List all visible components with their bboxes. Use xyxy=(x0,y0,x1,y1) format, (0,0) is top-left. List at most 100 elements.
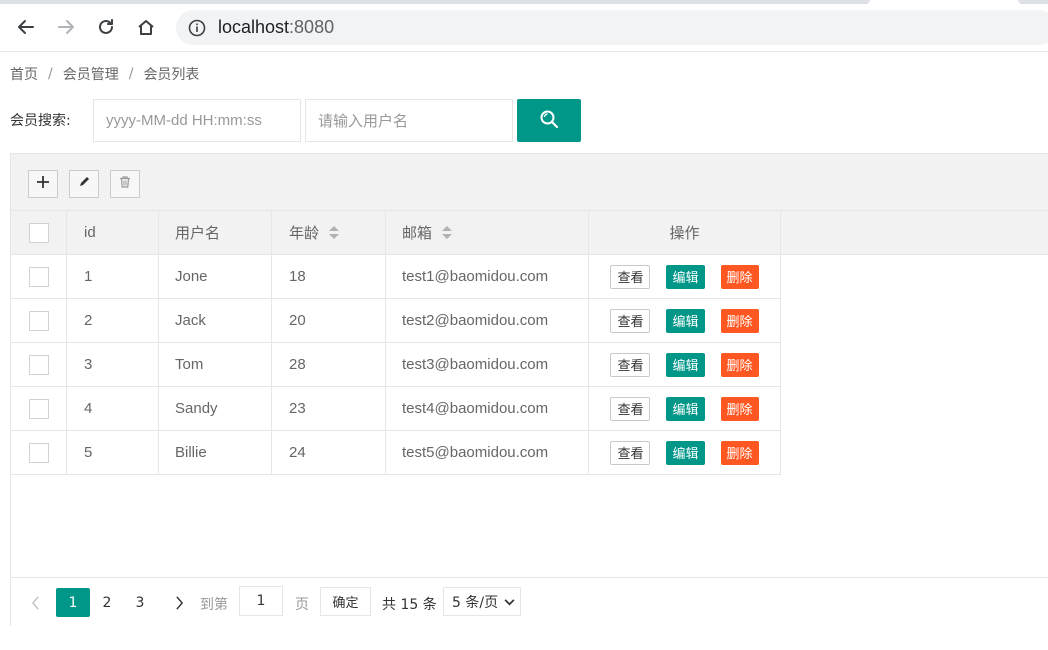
table-row: 2 Jack 20 test2@baomidou.com 查看 编辑 删除 xyxy=(11,299,781,343)
delete-row-button[interactable]: 删除 xyxy=(720,308,759,333)
header-id: id xyxy=(67,211,159,254)
header-age[interactable]: 年龄 xyxy=(272,211,386,254)
next-page-icon[interactable] xyxy=(169,588,189,617)
cell-id: 4 xyxy=(67,387,159,430)
browser-toolbar: localhost:8080 xyxy=(0,0,1048,52)
cell-actions: 查看 编辑 删除 xyxy=(589,343,781,386)
cell-email: test3@baomidou.com xyxy=(386,343,589,386)
tab-strip-right xyxy=(1018,0,1048,4)
page-1[interactable]: 1 xyxy=(56,588,90,617)
cell-username: Jone xyxy=(159,255,272,298)
edit-row-button[interactable]: 编辑 xyxy=(666,352,705,377)
breadcrumb-separator: / xyxy=(48,66,53,82)
row-checkbox[interactable] xyxy=(28,310,49,331)
back-icon[interactable] xyxy=(11,12,41,42)
table-row: 4 Sandy 23 test4@baomidou.com 查看 编辑 删除 xyxy=(11,387,781,431)
cell-actions: 查看 编辑 删除 xyxy=(589,299,781,342)
view-button[interactable]: 查看 xyxy=(610,264,651,289)
sort-icon[interactable] xyxy=(329,226,340,239)
member-table: id 用户名 年龄 邮箱 操作 1 Jone 18 test1@baomidou… xyxy=(10,153,1048,626)
row-checkbox[interactable] xyxy=(28,266,49,287)
page-3[interactable]: 3 xyxy=(129,588,151,617)
delete-row-button[interactable]: 删除 xyxy=(720,440,759,465)
delete-row-button[interactable]: 删除 xyxy=(720,264,759,289)
url-host: localhost xyxy=(218,17,290,37)
breadcrumb-home[interactable]: 首页 xyxy=(10,64,38,84)
page-size-select[interactable]: 5 条/页 xyxy=(443,587,521,616)
cell-email: test2@baomidou.com xyxy=(386,299,589,342)
site-info-icon[interactable] xyxy=(188,19,206,37)
chevron-down-icon xyxy=(504,594,515,610)
select-all-checkbox[interactable] xyxy=(28,222,49,243)
cell-age: 24 xyxy=(272,431,386,474)
view-button[interactable]: 查看 xyxy=(610,352,651,377)
cell-age: 18 xyxy=(272,255,386,298)
view-button[interactable]: 查看 xyxy=(610,440,651,465)
reload-icon[interactable] xyxy=(91,12,121,42)
sort-icon[interactable] xyxy=(442,226,453,239)
row-checkbox-cell xyxy=(11,299,67,342)
cell-actions: 查看 编辑 删除 xyxy=(589,387,781,430)
cell-username: Tom xyxy=(159,343,272,386)
edit-row-button[interactable]: 编辑 xyxy=(666,264,705,289)
cell-age: 20 xyxy=(272,299,386,342)
delete-row-button[interactable]: 删除 xyxy=(720,352,759,377)
table-row: 5 Billie 24 test5@baomidou.com 查看 编辑 删除 xyxy=(11,431,781,475)
header-username: 用户名 xyxy=(159,211,272,254)
delete-button[interactable] xyxy=(110,170,140,198)
url-port: :8080 xyxy=(289,17,335,37)
cell-age: 28 xyxy=(272,343,386,386)
table-toolbar xyxy=(11,154,1048,211)
address-bar[interactable]: localhost:8080 xyxy=(176,10,1048,45)
row-checkbox-cell xyxy=(11,255,67,298)
delete-row-button[interactable]: 删除 xyxy=(720,396,759,421)
divider xyxy=(0,51,1048,52)
breadcrumb-current: 会员列表 xyxy=(143,67,200,83)
search-button[interactable] xyxy=(517,99,581,142)
cell-username: Jack xyxy=(159,299,272,342)
date-input[interactable]: yyyy-MM-dd HH:mm:ss xyxy=(93,99,301,142)
breadcrumb-member-manage[interactable]: 会员管理 xyxy=(63,64,119,84)
goto-page-input[interactable]: 1 xyxy=(239,586,283,616)
goto-suffix: 页 xyxy=(295,597,309,613)
forward-icon[interactable] xyxy=(51,12,81,42)
row-checkbox[interactable] xyxy=(28,442,49,463)
cell-actions: 查看 编辑 删除 xyxy=(589,431,781,474)
table-row: 3 Tom 28 test3@baomidou.com 查看 编辑 删除 xyxy=(11,343,781,387)
header-email[interactable]: 邮箱 xyxy=(386,211,589,254)
prev-page-icon[interactable] xyxy=(25,588,45,617)
home-icon[interactable] xyxy=(131,12,161,42)
cell-username: Sandy xyxy=(159,387,272,430)
add-button[interactable] xyxy=(28,170,58,198)
header-checkbox-cell xyxy=(11,211,67,254)
row-checkbox[interactable] xyxy=(28,354,49,375)
tab-strip xyxy=(0,0,870,4)
breadcrumb-separator: / xyxy=(128,66,134,82)
pagination: 1 2 3 到第 1 页 确定 共 15 条 5 条/页 xyxy=(11,577,1048,626)
header-email-label: 邮箱 xyxy=(402,225,433,242)
cell-id: 3 xyxy=(67,343,159,386)
page-2[interactable]: 2 xyxy=(96,588,118,617)
search-label: 会员搜索: xyxy=(10,113,71,129)
total-count: 共 15 条 xyxy=(382,597,437,613)
add-icon xyxy=(36,175,50,193)
row-checkbox-cell xyxy=(11,387,67,430)
edit-button[interactable] xyxy=(69,170,99,198)
edit-row-button[interactable]: 编辑 xyxy=(666,396,705,421)
goto-confirm-button[interactable]: 确定 xyxy=(320,587,371,616)
edit-icon xyxy=(77,175,91,193)
table-body: 1 Jone 18 test1@baomidou.com 查看 编辑 删除 2 … xyxy=(11,255,782,475)
cell-id: 2 xyxy=(67,299,159,342)
table-row: 1 Jone 18 test1@baomidou.com 查看 编辑 删除 xyxy=(11,255,781,299)
username-input[interactable]: 请输入用户名 xyxy=(305,99,513,142)
cell-id: 1 xyxy=(67,255,159,298)
view-button[interactable]: 查看 xyxy=(610,396,651,421)
goto-prefix: 到第 xyxy=(200,597,228,613)
search-icon xyxy=(539,109,559,133)
view-button[interactable]: 查看 xyxy=(610,308,651,333)
row-checkbox[interactable] xyxy=(28,398,49,419)
table-header: id 用户名 年龄 邮箱 操作 xyxy=(11,211,1048,255)
cell-username: Billie xyxy=(159,431,272,474)
edit-row-button[interactable]: 编辑 xyxy=(666,440,705,465)
edit-row-button[interactable]: 编辑 xyxy=(666,308,705,333)
